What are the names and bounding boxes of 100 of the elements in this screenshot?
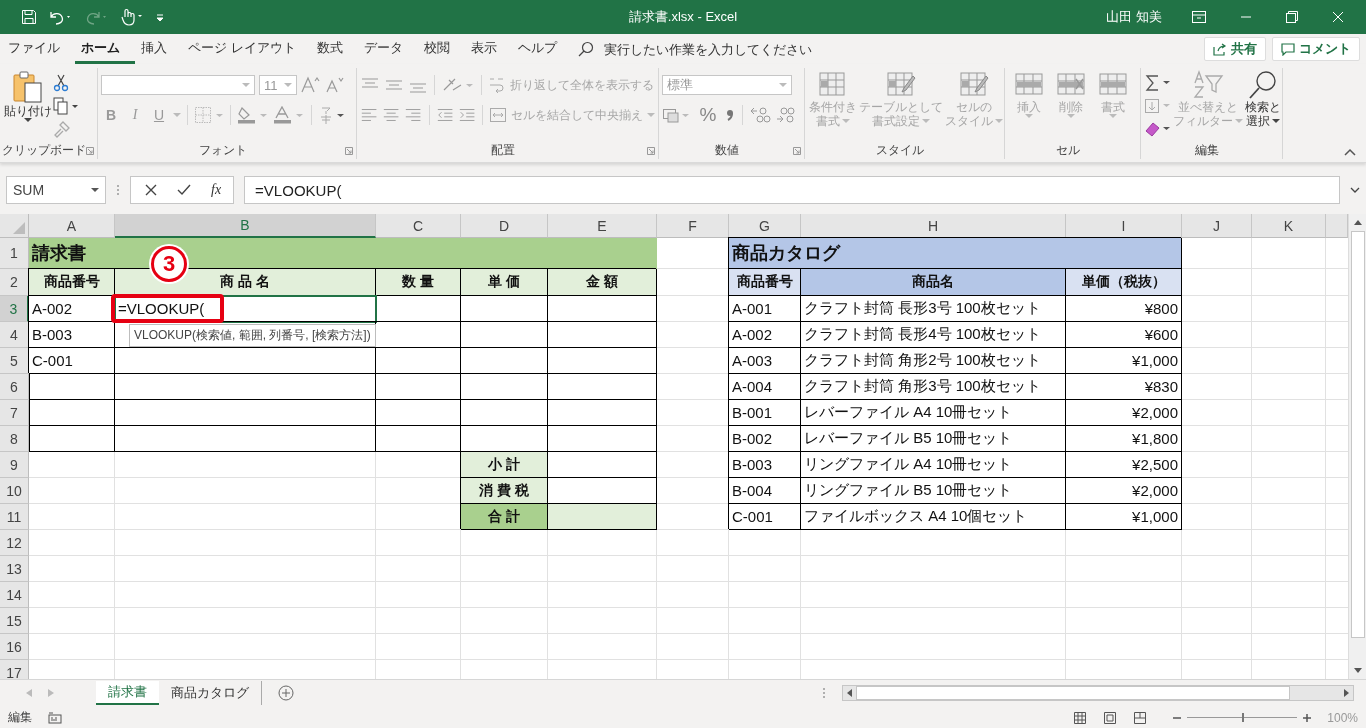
expand-icon[interactable] — [1350, 187, 1360, 193]
column-header[interactable]: E — [548, 214, 657, 238]
sheet-tab[interactable]: 商品カタログ — [159, 680, 261, 705]
row-header[interactable]: 10 — [0, 478, 29, 504]
sheet-tab[interactable]: 請求書 — [96, 680, 159, 705]
row-header[interactable]: 11 — [0, 504, 29, 530]
comment-button[interactable]: コメント — [1272, 37, 1360, 61]
align-right-icon[interactable] — [404, 106, 423, 124]
caret-icon — [779, 82, 787, 88]
decrease-indent-icon[interactable] — [435, 106, 454, 124]
row-header[interactable]: 13 — [0, 556, 29, 582]
eraser-icon[interactable] — [1144, 120, 1172, 138]
table-cell: 消 費 税 — [461, 478, 548, 504]
table-cell: 単価（税抜） — [1066, 269, 1182, 296]
insert-function-button[interactable]: fx — [211, 182, 222, 198]
table-cell: レバーファイル B5 10冊セット — [801, 426, 1066, 452]
ribbon-tab[interactable]: 校閲 — [417, 34, 465, 64]
row-header[interactable]: 14 — [0, 582, 29, 608]
scroll-thumb[interactable] — [856, 685, 1290, 700]
find-select-button[interactable]: 検索と 選択 — [1244, 68, 1282, 130]
vertical-scrollbar[interactable] — [1348, 214, 1366, 679]
scroll-down-icon[interactable] — [1353, 668, 1362, 673]
zoom-in-icon[interactable] — [1303, 713, 1312, 722]
ribbon-tab[interactable]: ページ レイアウト — [182, 34, 311, 64]
table-cell: クラフト封筒 角形2号 100枚セット — [801, 348, 1066, 374]
table-cell: 金 額 — [548, 269, 657, 296]
cut-icon[interactable] — [53, 74, 69, 92]
column-header[interactable]: G — [729, 214, 801, 238]
macro-record-icon[interactable] — [48, 711, 62, 724]
row-header[interactable]: 2 — [0, 269, 29, 296]
column-header[interactable]: F — [657, 214, 729, 238]
name-box[interactable]: SUM — [6, 176, 106, 204]
autosum-icon[interactable] — [1144, 74, 1172, 92]
scroll-up-icon[interactable] — [1353, 220, 1362, 225]
align-center-icon[interactable] — [382, 106, 401, 124]
row-header[interactable]: 5 — [0, 348, 29, 374]
table-cell: B-002 — [729, 426, 801, 452]
collapse-ribbon-icon[interactable] — [1344, 148, 1356, 156]
ribbon-tab[interactable]: ヘルプ — [511, 34, 572, 64]
touch-icon[interactable] — [119, 8, 145, 26]
ribbon-tab[interactable]: データ — [357, 34, 418, 64]
row-header[interactable]: 12 — [0, 530, 29, 556]
paste-button[interactable]: 貼り付け — [3, 68, 53, 125]
caret-icon — [284, 82, 292, 88]
column-header[interactable]: C — [376, 214, 461, 238]
copy-icon[interactable] — [53, 97, 79, 115]
ribbon-display-icon[interactable] — [1192, 11, 1206, 23]
column-header[interactable]: A — [29, 214, 115, 238]
page-layout-icon[interactable] — [1103, 710, 1118, 725]
column-header[interactable]: K — [1252, 214, 1326, 238]
page-break-icon[interactable] — [1133, 710, 1148, 725]
scroll-thumb[interactable] — [1350, 231, 1365, 638]
ribbon-tab[interactable]: ファイル — [2, 34, 75, 64]
select-all-icon[interactable] — [13, 222, 25, 234]
undo-icon[interactable] — [47, 9, 73, 25]
dialog-launcher-icon[interactable] — [86, 147, 94, 155]
share-icon — [1213, 42, 1227, 56]
table-cell: ¥600 — [1066, 322, 1182, 348]
horizontal-scrollbar[interactable] — [842, 684, 1354, 701]
column-header[interactable]: D — [461, 214, 548, 238]
close-icon[interactable] — [1332, 11, 1344, 23]
table-cell: B-004 — [729, 478, 801, 504]
align-left-icon[interactable] — [360, 106, 379, 124]
row-header[interactable]: 4 — [0, 322, 29, 348]
ribbon-tab[interactable]: 数式 — [310, 34, 358, 64]
enter-icon[interactable] — [177, 184, 191, 196]
column-header[interactable]: I — [1066, 214, 1182, 238]
tell-me-field[interactable]: 実行したい作業を入力してください — [601, 40, 866, 58]
function-tooltip: VLOOKUP(検索値, 範囲, 列番号, [検索方法]) — [129, 324, 376, 347]
column-header[interactable]: B — [115, 214, 376, 238]
add-sheet-icon[interactable] — [278, 684, 294, 701]
row-header[interactable]: 9 — [0, 452, 29, 478]
formula-field[interactable]: =VLOOKUP( — [244, 176, 1340, 204]
caret-icon — [842, 118, 850, 124]
column-header[interactable]: H — [801, 214, 1066, 238]
restore-icon[interactable] — [1286, 11, 1298, 23]
fill-down-icon[interactable] — [1144, 97, 1172, 115]
ribbon-tab[interactable]: 挿入 — [135, 34, 182, 64]
share-button[interactable]: 共有 — [1204, 37, 1266, 61]
scroll-right-icon[interactable] — [1344, 688, 1349, 697]
row-header[interactable]: 3 — [0, 296, 29, 322]
normal-view-icon[interactable] — [1073, 710, 1088, 725]
row-header[interactable]: 16 — [0, 634, 29, 660]
row-header[interactable]: 17 — [0, 660, 29, 679]
format-painter-icon[interactable] — [53, 120, 71, 138]
caret-icon — [1235, 118, 1243, 124]
dialog-launcher-icon[interactable] — [647, 147, 655, 155]
row-header[interactable]: 15 — [0, 608, 29, 634]
column-header[interactable]: J — [1182, 214, 1252, 238]
save-icon[interactable] — [21, 9, 37, 25]
row-header[interactable]: 6 — [0, 374, 29, 400]
row-header[interactable]: 1 — [0, 238, 29, 269]
ribbon-tab[interactable]: 表示 — [464, 34, 512, 64]
increase-indent-icon[interactable] — [457, 106, 477, 124]
caret-icon — [647, 112, 655, 118]
caret-icon — [1109, 114, 1117, 119]
row-header[interactable]: 8 — [0, 426, 29, 452]
scroll-left-icon[interactable] — [847, 688, 852, 697]
row-header[interactable]: 7 — [0, 400, 29, 426]
cancel-icon[interactable] — [145, 184, 157, 196]
